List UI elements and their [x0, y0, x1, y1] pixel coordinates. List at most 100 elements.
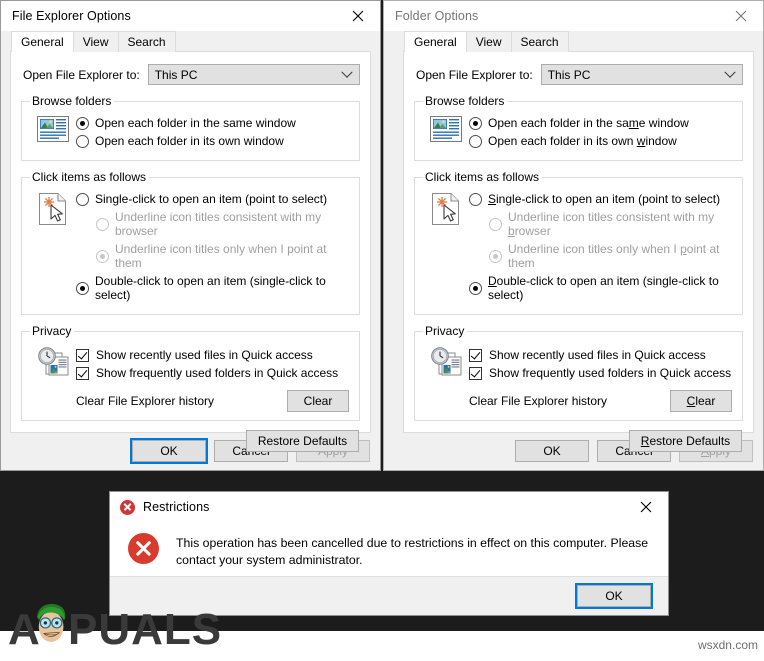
close-icon[interactable] [718, 1, 763, 31]
tabs-folder-options[interactable]: General View Search [384, 31, 763, 52]
restrictions-dialog[interactable]: Restrictions This operation has been can… [109, 491, 669, 616]
radio-indicator [76, 134, 89, 148]
clear-history-row: Clear File Explorer history Clear [76, 390, 351, 412]
tabpage-general: Open File Explorer to: This PC Browse fo… [403, 51, 754, 452]
checkbox-frequent-folders-label: Show frequently used folders in Quick ac… [489, 366, 732, 380]
open-to-combobox[interactable]: This PC [147, 64, 360, 85]
radio-same-window[interactable]: Open each folder in the same window [76, 116, 351, 130]
error-icon-large [128, 533, 159, 564]
clock-documents-icon [423, 343, 469, 412]
tab-search[interactable]: Search [117, 31, 176, 52]
checkbox-recent-files-label: Show recently used files in Quick access [96, 348, 313, 362]
checkbox-recent-files[interactable]: Show recently used files in Quick access [76, 348, 351, 362]
radio-indicator [489, 249, 502, 263]
checkbox-indicator [469, 366, 482, 380]
radio-indicator [469, 116, 482, 130]
desktop-lower-band [0, 631, 764, 661]
privacy-group: Privacy Show recently used files in Quic… [21, 324, 360, 421]
browse-folders-group: Browse folders Open each folder in the s… [414, 94, 743, 161]
restrictions-footer: OK [110, 576, 668, 615]
open-to-label: Open File Explorer to: [23, 67, 140, 82]
tabpage-general: Open File Explorer to: This PC Browse fo… [10, 51, 371, 452]
radio-underline-always[interactable]: Underline icon titles consistent with my… [489, 210, 734, 238]
folder-options-dialog[interactable]: Folder Options General View Search Open … [383, 0, 764, 471]
radio-own-window[interactable]: Open each folder in its own window [469, 134, 734, 148]
click-items-legend: Click items as follows [425, 170, 540, 184]
pointer-click-icon [30, 189, 76, 306]
browse-folders-legend: Browse folders [425, 94, 505, 108]
tab-view[interactable]: View [465, 31, 512, 52]
radio-underline-on-point-label: Underline icon titles only when I point … [508, 242, 720, 270]
pointer-click-icon [423, 189, 469, 306]
radio-double-click[interactable]: Double-click to open an item (single-cli… [469, 274, 734, 302]
open-file-explorer-to-row: Open File Explorer to: This PC [23, 64, 360, 85]
radio-same-window-label: Open each folder in the same window [95, 116, 296, 130]
click-items-legend: Click items as follows [32, 170, 147, 184]
radio-indicator [76, 116, 89, 130]
radio-indicator [489, 217, 502, 231]
click-items-group: Click items as follows Single-click to o… [21, 170, 360, 315]
tab-general[interactable]: General [404, 31, 467, 52]
clear-button[interactable]: Clear [670, 390, 732, 412]
file-explorer-options-dialog[interactable]: File Explorer Options General View Searc… [0, 0, 381, 471]
ok-button[interactable]: OK [575, 583, 653, 609]
radio-indicator [469, 192, 482, 206]
clock-documents-icon [30, 343, 76, 412]
restore-defaults-row: Restore Defaults [21, 430, 360, 452]
radio-double-click-label: Double-click to open an item (single-cli… [95, 274, 326, 302]
radio-indicator [76, 192, 89, 206]
radio-indicator [76, 281, 89, 295]
checkbox-frequent-folders[interactable]: Show frequently used folders in Quick ac… [76, 366, 351, 380]
radio-single-click[interactable]: Single-click to open an item (point to s… [469, 192, 734, 206]
radio-own-window-label: Open each folder in its own window [488, 134, 677, 148]
clear-button[interactable]: Clear [287, 390, 349, 412]
folder-window-icon [423, 113, 469, 152]
privacy-group: Privacy Show recently used files in Quic… [414, 324, 743, 421]
checkbox-frequent-folders[interactable]: Show frequently used folders in Quick ac… [469, 366, 734, 380]
tab-search[interactable]: Search [510, 31, 569, 52]
radio-indicator [96, 249, 109, 263]
radio-underline-on-point[interactable]: Underline icon titles only when I point … [96, 242, 351, 270]
radio-underline-always-label: Underline icon titles consistent with my… [115, 210, 322, 238]
open-to-value: This PC [547, 67, 591, 82]
radio-single-click-label: Single-click to open an item (point to s… [488, 192, 721, 206]
click-items-group: Click items as follows Single-click to o… [414, 170, 743, 315]
error-icon [120, 499, 135, 515]
radio-single-click[interactable]: Single-click to open an item (point to s… [76, 192, 351, 206]
radio-same-window[interactable]: Open each folder in the same window [469, 116, 734, 130]
titlebar-restrictions: Restrictions [110, 492, 668, 522]
close-icon[interactable] [335, 1, 380, 31]
radio-double-click[interactable]: Double-click to open an item (single-cli… [76, 274, 351, 302]
restore-defaults-button[interactable]: Restore Defaults [246, 430, 359, 452]
radio-double-click-label: Double-click to open an item (single-cli… [488, 274, 719, 302]
restrictions-message: This operation has been cancelled due to… [176, 536, 649, 567]
radio-underline-on-point[interactable]: Underline icon titles only when I point … [489, 242, 734, 270]
radio-underline-always-label: Underline icon titles consistent with my… [508, 210, 715, 238]
close-icon[interactable] [623, 492, 668, 522]
tab-view[interactable]: View [72, 31, 119, 52]
titlebar-folder-options: Folder Options [384, 1, 763, 31]
radio-indicator [96, 217, 109, 231]
window-title: Folder Options [395, 9, 479, 23]
browse-folders-group: Browse folders Open each folder in the s… [21, 94, 360, 161]
restrictions-title: Restrictions [143, 500, 210, 514]
open-file-explorer-to-row: Open File Explorer to: This PC [416, 64, 743, 85]
checkbox-indicator [469, 348, 482, 362]
radio-own-window[interactable]: Open each folder in its own window [76, 134, 351, 148]
radio-underline-always[interactable]: Underline icon titles consistent with my… [96, 210, 351, 238]
restore-defaults-button[interactable]: Restore Defaults [629, 430, 742, 452]
clear-history-label: Clear File Explorer history [469, 394, 608, 408]
restrictions-body: This operation has been cancelled due to… [110, 522, 668, 578]
wsxdn-watermark: wsxdn.com [697, 638, 758, 652]
checkbox-recent-files[interactable]: Show recently used files in Quick access [469, 348, 734, 362]
chevron-down-icon [341, 66, 353, 78]
radio-own-window-label: Open each folder in its own window [95, 134, 284, 148]
privacy-legend: Privacy [32, 324, 72, 338]
tabs-file-explorer-options[interactable]: General View Search [1, 31, 380, 52]
window-title: File Explorer Options [12, 9, 131, 23]
radio-indicator [469, 281, 482, 295]
radio-indicator [469, 134, 482, 148]
chevron-down-icon [724, 66, 736, 78]
open-to-combobox[interactable]: This PC [540, 64, 743, 85]
tab-general[interactable]: General [11, 31, 74, 52]
